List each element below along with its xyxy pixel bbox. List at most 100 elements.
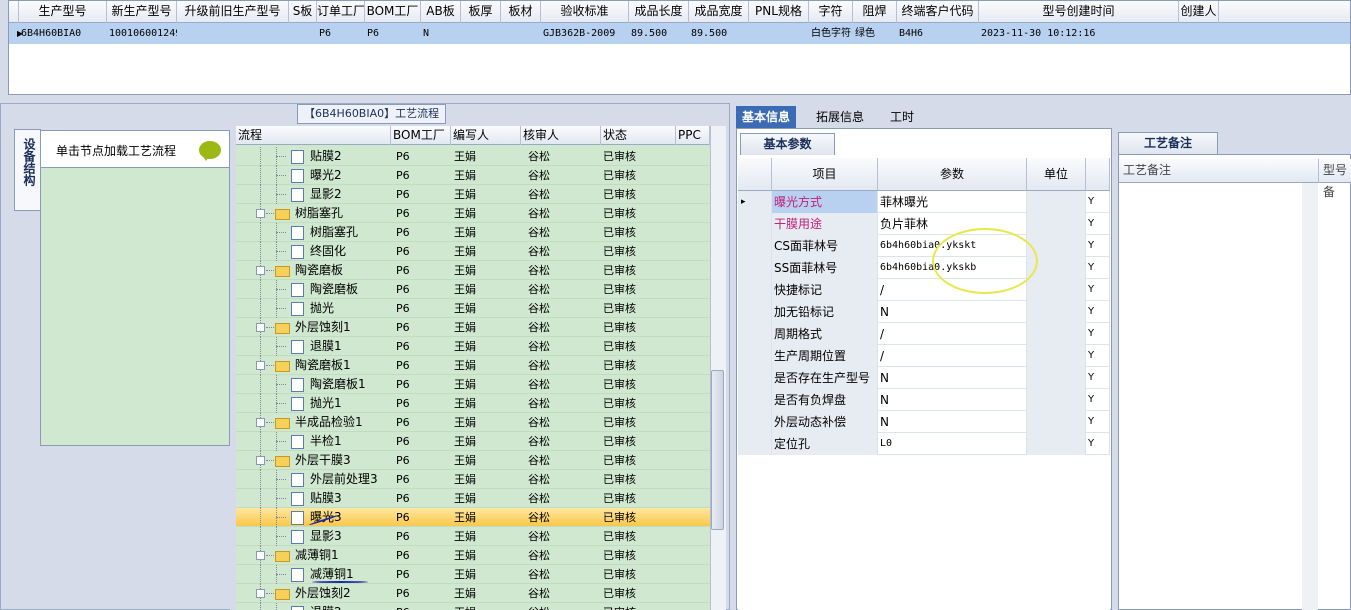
tree-row[interactable]: 贴膜2 P6 王娟 谷松 已审核 (236, 147, 710, 166)
tree-row[interactable]: 终固化 P6 王娟 谷松 已审核 (236, 242, 710, 261)
grid-cell[interactable] (177, 23, 289, 44)
tree-row[interactable]: 树脂塞孔 P6 王娟 谷松 已审核 (236, 204, 710, 223)
param-column-header[interactable] (1086, 158, 1110, 191)
tree-node-label[interactable]: 抛光1 (310, 394, 342, 413)
param-row[interactable]: ▸ 曝光方式 菲林曝光 Y (738, 191, 1110, 213)
grid-cell[interactable]: 89.500 (689, 23, 749, 44)
tree-column-header[interactable]: 状态 (601, 126, 676, 145)
column-header[interactable]: 升级前旧生产型号 (177, 1, 289, 23)
param-row[interactable]: 干膜用途 负片菲林 Y (738, 213, 1110, 235)
tree-node-label[interactable]: 贴膜3 (310, 489, 342, 508)
tree-node-label[interactable]: 半检1 (310, 432, 342, 451)
tab-basic-info[interactable]: 基本信息 (736, 106, 797, 128)
param-unit[interactable] (1027, 389, 1086, 411)
model-grid-row-selected[interactable]: ▶ 6B4H60BIA010010600124972P6P6NGJB362B-2… (9, 23, 1350, 44)
tree-row[interactable]: 抛光1 P6 王娟 谷松 已审核 (236, 394, 710, 413)
param-unit[interactable] (1027, 213, 1086, 235)
column-header[interactable]: 板材 (501, 1, 541, 23)
param-row[interactable]: 外层动态补偿 N Y (738, 411, 1110, 433)
grid-cell[interactable]: B4H6 (897, 23, 979, 44)
tree-row[interactable]: 曝光2 P6 王娟 谷松 已审核 (236, 166, 710, 185)
tree-node-label[interactable]: 陶瓷磨板 (295, 261, 343, 280)
param-value[interactable]: L0 (878, 433, 1027, 455)
param-column-header[interactable]: 参数 (878, 158, 1027, 191)
column-header[interactable]: 验收标准 (541, 1, 629, 23)
tree-node-label[interactable]: 陶瓷磨板 (310, 280, 358, 299)
column-header[interactable]: 终端客户代码 (897, 1, 979, 23)
param-unit[interactable] (1027, 345, 1086, 367)
tree-node-label[interactable]: 曝光2 (310, 166, 342, 185)
grid-cell[interactable]: 10010600124972 (107, 23, 177, 44)
tree-row[interactable]: 显影3 P6 王娟 谷松 已审核 (236, 527, 710, 546)
param-row[interactable]: 定位孔 L0 Y (738, 433, 1110, 455)
param-grid[interactable]: 项目 参数 单位 ▸ 曝光方式 菲林曝光 Y 干膜用途 负片菲林 Y CS面菲林号 6b4h60bia… (738, 158, 1110, 610)
tree-node-label[interactable]: 外层蚀刻2 (295, 584, 351, 603)
grid-cell[interactable]: 绿色 (853, 23, 897, 44)
column-header[interactable]: BOM工厂 (365, 1, 421, 23)
grid-cell[interactable]: GJB362B-2009 (541, 23, 629, 44)
grid-cell[interactable] (1179, 23, 1219, 44)
column-header[interactable]: 型号创建时间 (979, 1, 1179, 23)
collapse-icon[interactable] (256, 323, 265, 332)
column-header[interactable]: AB板 (421, 1, 461, 23)
tree-row[interactable]: 外层干膜3 P6 王娟 谷松 已审核 (236, 451, 710, 470)
tree-row[interactable]: 外层蚀刻1 P6 王娟 谷松 已审核 (236, 318, 710, 337)
param-unit[interactable] (1027, 301, 1086, 323)
tree-row[interactable]: 外层前处理3 P6 王娟 谷松 已审核 (236, 470, 710, 489)
column-header[interactable]: PNL规格 (749, 1, 809, 23)
tree-node-label[interactable]: 终固化 (310, 242, 346, 261)
param-value[interactable]: N (878, 389, 1027, 411)
param-row[interactable]: CS面菲林号 6b4h60bia0.ykskt Y (738, 235, 1110, 257)
notes-scrollbar[interactable] (1302, 183, 1318, 610)
tree-row[interactable]: 减薄铜1 P6 王娟 谷松 已审核 (236, 565, 710, 584)
column-header[interactable]: 创建人 (1179, 1, 1219, 23)
column-header[interactable]: S板 (289, 1, 317, 23)
grid-cell[interactable]: P6 (317, 23, 365, 44)
collapse-icon[interactable] (256, 589, 265, 598)
grid-cell[interactable] (289, 23, 317, 44)
model-grid[interactable]: 生产型号 新生产型号 升级前旧生产型号 S板 订单工厂 BOM工厂 AB板 板厚 板材 验收标准成… (8, 0, 1351, 95)
collapse-icon[interactable] (256, 266, 265, 275)
grid-cell[interactable]: 6B4H60BIA0 (19, 23, 107, 44)
column-header[interactable]: 阻焊 (853, 1, 897, 23)
tree-row[interactable]: 陶瓷磨板 P6 王娟 谷松 已审核 (236, 261, 710, 280)
collapse-icon[interactable] (256, 551, 265, 560)
tree-node-label[interactable]: 陶瓷磨板1 (295, 356, 351, 375)
collapse-icon[interactable] (256, 456, 265, 465)
grid-cell[interactable]: P6 (365, 23, 421, 44)
tab-work-hours[interactable]: 工时 (884, 106, 920, 128)
tree-node-label[interactable]: 外层前处理3 (310, 470, 378, 489)
equipment-tree-header[interactable]: 单击节点加载工艺流程 (40, 130, 230, 168)
tree-scrollbar-thumb[interactable] (711, 370, 724, 530)
column-header[interactable]: 板厚 (461, 1, 501, 23)
param-unit[interactable] (1027, 279, 1086, 301)
grid-cell[interactable] (501, 23, 541, 44)
param-unit[interactable] (1027, 323, 1086, 345)
tree-scrollbar[interactable] (710, 126, 726, 610)
param-value[interactable]: 菲林曝光 (878, 191, 1027, 213)
tree-node-label[interactable]: 退膜2 (310, 603, 342, 610)
param-row[interactable]: 是否有负焊盘 N Y (738, 389, 1110, 411)
tree-row[interactable]: 半检1 P6 王娟 谷松 已审核 (236, 432, 710, 451)
tree-node-label[interactable]: 外层干膜3 (295, 451, 351, 470)
tree-row[interactable]: 退膜1 P6 王娟 谷松 已审核 (236, 337, 710, 356)
tree-node-label[interactable]: 抛光 (310, 299, 334, 318)
param-unit[interactable] (1027, 411, 1086, 433)
collapse-icon[interactable] (256, 361, 265, 370)
param-column-header[interactable]: 单位 (1027, 158, 1086, 191)
param-unit[interactable] (1027, 191, 1086, 213)
param-row[interactable]: 是否存在生产型号 N Y (738, 367, 1110, 389)
param-value[interactable]: / (878, 323, 1027, 345)
grid-cell[interactable] (749, 23, 809, 44)
tree-node-label[interactable]: 树脂塞孔 (295, 204, 343, 223)
grid-cell[interactable]: N (421, 23, 461, 44)
param-unit[interactable] (1027, 433, 1086, 455)
process-tree-grid[interactable]: 贴膜2 P6 王娟 谷松 已审核 曝光2 P6 王娟 谷松 已审核 显影2 P6 王娟 谷松 已审核 树脂塞孔… (236, 126, 710, 610)
param-row[interactable]: 生产周期位置 / Y (738, 345, 1110, 367)
tree-row[interactable]: 显影2 P6 王娟 谷松 已审核 (236, 185, 710, 204)
param-row[interactable]: SS面菲林号 6b4h60bia0.ykskb Y (738, 257, 1110, 279)
column-header[interactable]: 订单工厂 (317, 1, 365, 23)
grid-cell[interactable]: 白色字符 (809, 23, 853, 44)
tree-node-label[interactable]: 树脂塞孔 (310, 223, 358, 242)
tree-row[interactable]: 减薄铜1 P6 王娟 谷松 已审核 (236, 546, 710, 565)
